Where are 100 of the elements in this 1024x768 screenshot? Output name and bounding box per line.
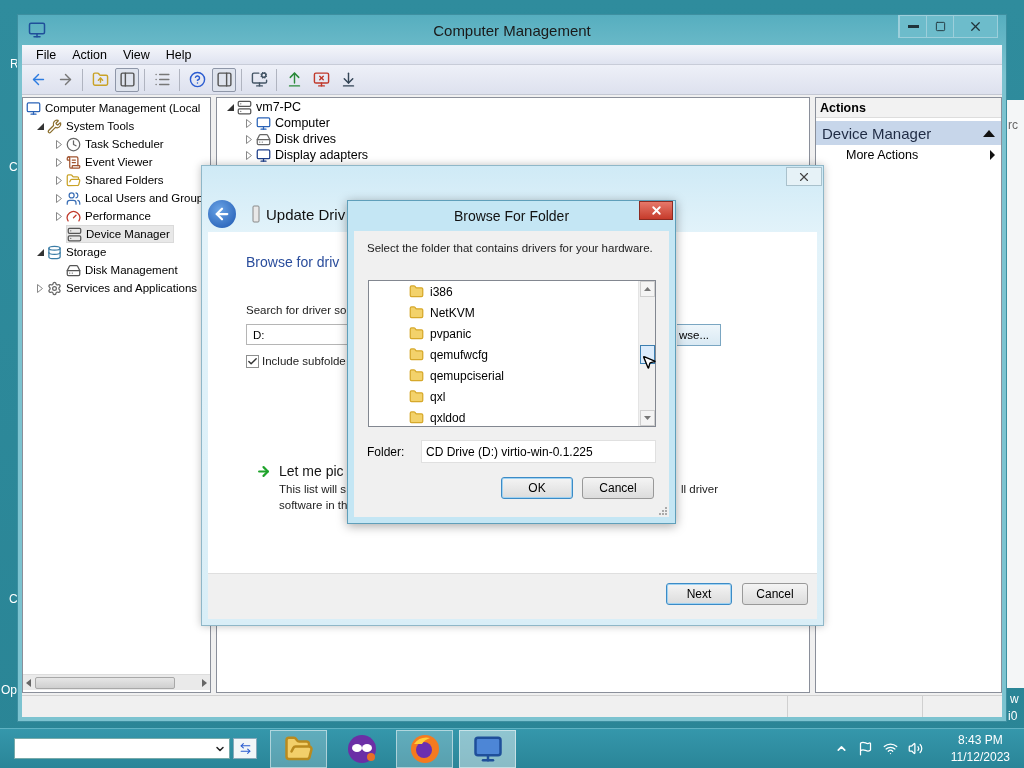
folder-icon [409,410,424,425]
back-button[interactable] [208,200,236,228]
minimize-button[interactable] [899,16,926,37]
vertical-scrollbar[interactable] [638,281,655,426]
option-description: ll driver [681,482,719,497]
monitor-gear-icon [250,71,268,88]
clock[interactable]: 8:43 PM 11/12/2023 [950,731,1010,766]
folder-field[interactable]: CD Drive (D:) virtio-win-0.1.225 [421,440,656,463]
flag-icon[interactable] [857,741,873,756]
cancel-button[interactable]: Cancel [582,477,654,499]
maximize-button[interactable] [926,16,953,37]
list-icon [153,71,171,88]
tree-item[interactable]: Disk Management [85,264,178,276]
swap-button[interactable] [233,738,257,759]
resize-grip-icon[interactable] [659,507,667,515]
browse-button[interactable]: wse... [677,324,721,346]
gauge-icon [66,208,81,224]
tree-item[interactable]: Shared Folders [85,174,164,186]
ok-button[interactable]: OK [501,477,573,499]
horizontal-scrollbar[interactable] [23,674,210,690]
collapsed-arrow-icon[interactable] [37,283,43,293]
dialog-title: Update Driv [266,205,346,223]
tree-item[interactable]: Event Viewer [85,156,153,168]
folder-item[interactable]: i386 [430,284,453,299]
close-icon [968,19,983,34]
folder-icon [409,368,424,383]
tree-item[interactable]: Task Scheduler [85,138,164,150]
desktop-icon-label: rc [1008,118,1018,132]
tree-item[interactable]: Storage [66,246,107,258]
expanded-arrow-icon[interactable] [37,122,44,130]
instruction-text: Select the folder that contains drivers for your hardware. [367,242,653,254]
clock-time: 8:43 PM [958,731,1003,749]
folder-item[interactable]: qemupciserial [430,368,505,383]
submenu-arrow-icon [990,150,995,160]
desktop-icon-label: w [1010,692,1019,706]
scrollbar-thumb[interactable] [35,676,175,689]
window-title: Computer Management [433,21,591,39]
folder-item[interactable]: pvpanic [430,326,472,341]
help-icon [188,71,206,88]
volume-icon[interactable] [907,741,923,756]
folder-item[interactable]: qxl [430,389,446,404]
folder-item[interactable]: qxldod [430,410,466,425]
expanded-arrow-icon[interactable] [227,103,234,111]
maximize-icon [934,21,946,32]
close-button[interactable] [639,201,673,220]
menu-item[interactable]: Action [64,47,115,62]
menu-item[interactable]: File [28,47,65,62]
checkbox-label: Include subfolde [262,355,346,367]
toolbar-button[interactable] [212,67,236,92]
cancel-button[interactable]: Cancel [742,583,808,605]
app-icon [28,21,46,39]
scroll-down-icon[interactable] [643,416,651,420]
address-field[interactable] [14,738,230,759]
folder-icon [66,172,81,188]
desktop-icon-label: Op [1,683,17,697]
taskbar-app[interactable] [396,729,453,768]
tree-item[interactable]: Computer [275,116,330,130]
panel-icon [118,71,136,88]
actions-section[interactable]: Device Manager [816,121,1001,145]
desktop-icon-label: i0 [1008,709,1018,723]
tree-item[interactable]: Disk drives [275,132,337,146]
desktop-icon-label: C [9,160,18,174]
tree-item[interactable]: vm7-PC [256,100,302,114]
taskbar-app[interactable] [459,729,516,768]
tree-item[interactable]: Performance [85,210,151,222]
monitor-remove-icon [312,71,330,88]
option-description: software in th [279,498,348,513]
folder-item[interactable]: qemufwcfg [430,347,489,362]
tree-item[interactable]: System Tools [66,120,135,132]
close-icon [649,204,663,217]
collapse-arrow-icon[interactable] [983,129,995,137]
field-label: Folder: [367,444,406,459]
log-icon [66,154,81,170]
toolbar-button[interactable] [115,67,139,92]
menu-item[interactable]: View [114,47,158,62]
next-button[interactable]: Next [666,583,732,605]
scroll-left-icon[interactable] [26,678,31,687]
gear-icon [47,280,62,296]
expanded-arrow-icon[interactable] [37,248,44,256]
folder-icon [409,347,424,362]
folder-item[interactable]: NetKVM [430,305,475,320]
scroll-right-icon[interactable] [202,678,207,687]
network-icon[interactable] [882,741,898,756]
tree-item[interactable]: Services and Applications [66,282,198,294]
action-item[interactable]: More Actions [816,145,1001,165]
close-button[interactable] [786,167,822,186]
folder-icon [409,305,424,320]
folder-icon [409,284,424,299]
users-icon [66,190,81,206]
menu-item[interactable]: Help [157,47,200,62]
arrow-icon [256,463,271,479]
tree-item[interactable]: Computer Management (Local [45,102,201,114]
option-link[interactable]: Let me pic [279,463,344,479]
tree-item[interactable]: Display adapters [275,148,369,162]
scroll-up-icon[interactable] [643,287,651,291]
monitor-icon [256,147,271,163]
clock-icon [66,136,81,152]
checkbox[interactable] [246,355,259,368]
folder-icon [409,389,424,404]
panel-icon [215,71,233,88]
